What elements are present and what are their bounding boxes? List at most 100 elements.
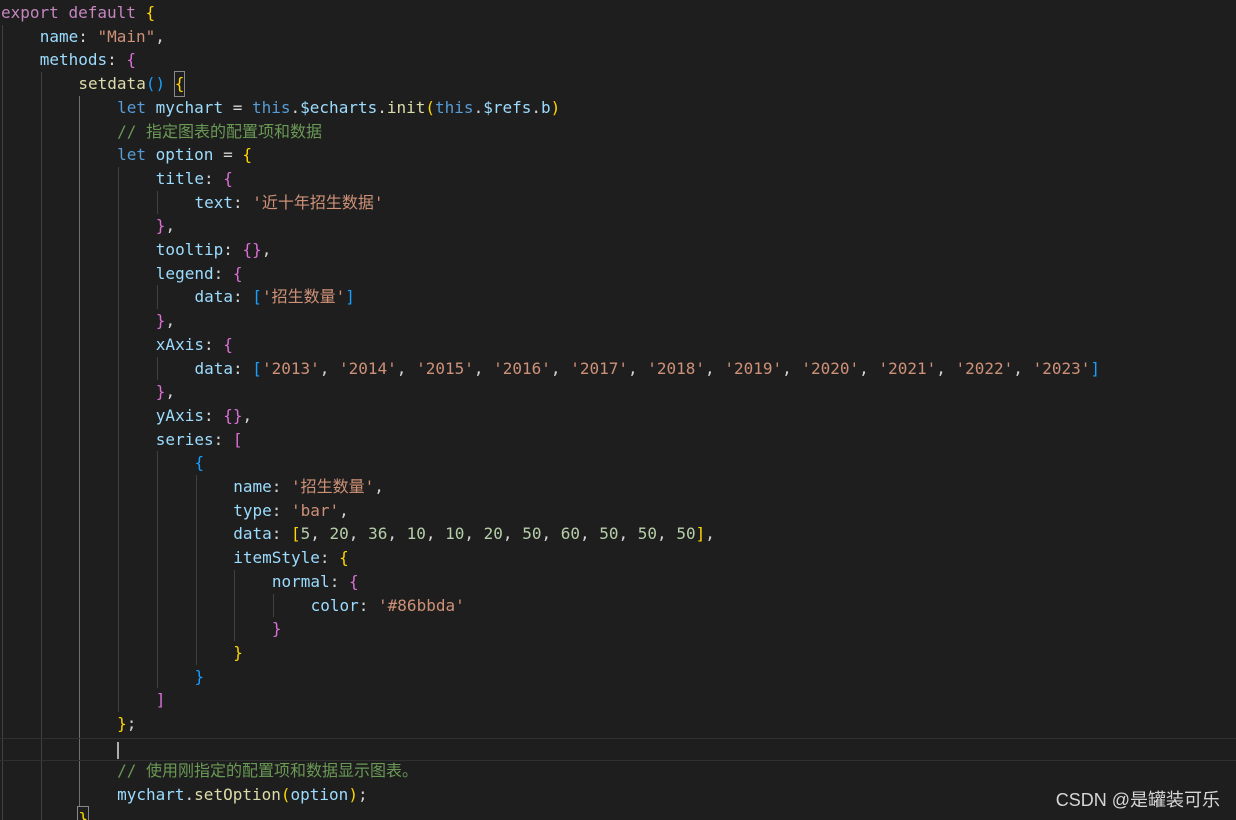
bracket-token: }	[233, 642, 243, 662]
code-line[interactable]: mychart.setOption(option);	[117, 783, 368, 807]
code-line[interactable]: data: ['招生数量']	[195, 285, 355, 309]
punctuation-token: ,	[782, 358, 802, 378]
code-line[interactable]: // 使用刚指定的配置项和数据显示图表。	[117, 759, 418, 783]
code-line[interactable]: itemStyle: {	[233, 546, 349, 570]
identifier-token: data	[194, 287, 234, 307]
identifier-token: $echarts	[300, 97, 378, 117]
code-line[interactable]: let mychart = this.$echarts.init(this.$r…	[117, 96, 560, 120]
indent-guide-line	[234, 569, 236, 641]
punctuation-token: ,	[339, 500, 349, 520]
bracket-token: }	[155, 382, 166, 402]
string-token: '#86bbda'	[378, 595, 465, 615]
identifier-token: mychart	[117, 785, 185, 805]
identifier-token: option	[290, 785, 349, 805]
code-line[interactable]: }	[195, 665, 205, 689]
string-token: '2019'	[724, 358, 783, 378]
punctuation-token: :	[213, 263, 233, 283]
punctuation-token: :	[213, 429, 233, 449]
punctuation-token: .	[531, 97, 542, 117]
bracket-token: {	[223, 334, 233, 354]
number-token: 36	[368, 524, 388, 544]
keyword-token: this	[251, 97, 291, 117]
code-line[interactable]: legend: {	[156, 262, 243, 286]
punctuation-token: ,	[348, 524, 369, 544]
punctuation-token: =	[213, 145, 243, 165]
code-line[interactable]: normal: {	[272, 570, 359, 594]
code-line[interactable]: type: 'bar',	[233, 499, 349, 523]
code-editor[interactable]: export default {name: "Main", methods: {s…	[0, 0, 1236, 820]
code-line[interactable]: data: ['2013', '2014', '2015', '2016', '…	[195, 357, 1101, 381]
code-line[interactable]: data: [5, 20, 36, 10, 10, 20, 50, 60, 50…	[233, 522, 715, 546]
string-token: '2022'	[955, 358, 1014, 378]
indent-guide-line	[2, 24, 3, 820]
identifier-token: legend	[155, 263, 214, 283]
bracket-token: }	[271, 619, 282, 639]
punctuation-token: :	[107, 50, 127, 70]
punctuation-token: :	[203, 334, 224, 354]
punctuation-token: ,	[657, 524, 677, 544]
string-token: '招生数量'	[261, 287, 346, 307]
code-line[interactable]: tooltip: {},	[156, 238, 272, 262]
punctuation-token: :	[203, 405, 224, 425]
control-keyword-token: export	[1, 3, 59, 22]
matched-bracket-token: }	[77, 805, 89, 820]
comment-token: // 使用刚指定的配置项和数据显示图表。	[117, 761, 418, 781]
indent-guide-line	[195, 475, 197, 665]
code-line[interactable]: }	[233, 641, 243, 665]
code-line[interactable]: // 指定图表的配置项和数据	[117, 120, 322, 144]
identifier-token: series	[155, 429, 214, 449]
code-line[interactable]: export default {	[1, 1, 155, 25]
identifier-token: $refs	[483, 97, 532, 117]
string-token: "Main"	[97, 26, 156, 46]
bracket-token: }	[155, 216, 166, 236]
punctuation-token: ,	[627, 358, 648, 378]
bracket-token: )	[348, 785, 358, 805]
code-line[interactable]: },	[156, 309, 175, 333]
identifier-token: yAxis	[155, 405, 204, 425]
bracket-token: [	[232, 429, 243, 449]
punctuation-token: .	[377, 97, 387, 117]
punctuation-token: ;	[357, 785, 368, 805]
code-line[interactable]: };	[117, 712, 136, 736]
punctuation-token: .	[184, 785, 195, 805]
code-line[interactable]: }	[77, 805, 89, 820]
indent-guide-line	[118, 166, 120, 712]
bracket-token: }	[194, 666, 205, 686]
code-line[interactable]: methods: {	[40, 48, 136, 72]
indent-guide-line	[272, 593, 274, 618]
bracket-token: {	[348, 571, 359, 591]
string-token: '近十年招生数据'	[252, 192, 384, 212]
string-token: '2014'	[339, 358, 397, 378]
punctuation-token: ,	[387, 524, 407, 544]
code-line[interactable]: let option = {	[117, 143, 252, 167]
code-line[interactable]: }	[272, 617, 282, 641]
code-line[interactable]: ]	[156, 688, 166, 712]
code-line[interactable]: series: [	[156, 428, 243, 452]
code-line[interactable]: yAxis: {},	[156, 404, 252, 428]
identifier-token: color	[310, 595, 359, 615]
code-line[interactable]: title: {	[156, 167, 233, 191]
code-line[interactable]: setdata() {	[78, 71, 186, 97]
keyword-token: let	[117, 97, 146, 117]
code-line[interactable]: },	[156, 214, 175, 238]
code-line[interactable]: text: '近十年招生数据'	[195, 191, 384, 215]
code-line[interactable]: color: '#86bbda'	[311, 594, 465, 618]
code-line[interactable]: name: "Main",	[40, 25, 165, 49]
punctuation-token: ,	[859, 358, 879, 378]
bracket-token: ]	[155, 690, 166, 710]
punctuation-token: :	[358, 595, 379, 615]
bracket-token: (	[425, 97, 436, 117]
number-token: 20	[329, 524, 349, 544]
code-line[interactable]: xAxis: {	[156, 333, 233, 357]
number-token: 5	[300, 524, 311, 544]
punctuation-token: :	[271, 477, 291, 496]
identifier-token: data	[194, 358, 234, 378]
bracket-token: {	[339, 548, 349, 568]
code-line[interactable]: },	[156, 380, 175, 404]
code-line[interactable]: {	[195, 451, 205, 475]
indent-guide-line	[40, 72, 42, 820]
punctuation-token: ,	[242, 405, 253, 425]
code-line[interactable]: name: '招生数量',	[233, 475, 384, 499]
punctuation-token: ,	[464, 524, 484, 544]
identifier-token: option	[155, 145, 214, 165]
